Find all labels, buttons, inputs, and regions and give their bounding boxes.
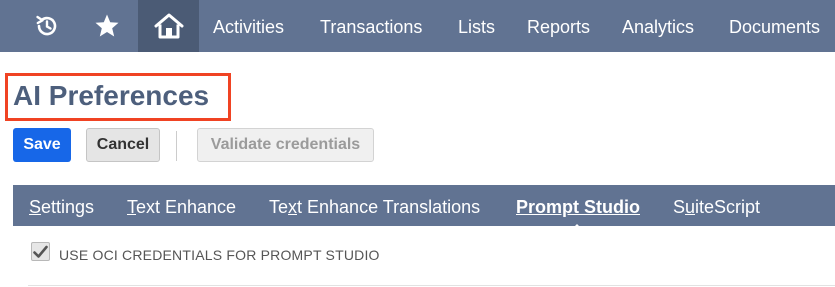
nav-documents[interactable]: Documents bbox=[729, 0, 820, 52]
page-title: AI Preferences bbox=[13, 80, 210, 111]
tab-translations-accelerator: x bbox=[288, 197, 298, 217]
history-icon[interactable] bbox=[22, 0, 72, 52]
nav-analytics[interactable]: Analytics bbox=[622, 0, 694, 52]
use-oci-credentials-label: USE OCI CREDENTIALS FOR PROMPT STUDIO bbox=[59, 247, 380, 263]
save-button[interactable]: Save bbox=[13, 128, 71, 162]
tab-suitescript[interactable]: SuiteScript bbox=[673, 185, 760, 226]
tab-translations-prefix: Te bbox=[269, 197, 289, 217]
home-icon[interactable] bbox=[138, 0, 199, 52]
section-divider bbox=[28, 285, 835, 286]
star-icon[interactable] bbox=[82, 0, 132, 52]
tab-settings[interactable]: Settings bbox=[29, 185, 94, 226]
tab-prompt-studio-label: Prompt Studio bbox=[516, 197, 640, 217]
nav-reports[interactable]: Reports bbox=[527, 0, 590, 52]
tab-settings-accelerator: S bbox=[29, 197, 42, 217]
tab-text-enhance-label: ext Enhance bbox=[136, 197, 237, 217]
checkmark-icon bbox=[33, 245, 48, 258]
tab-translations-label: t Enhance Translations bbox=[297, 197, 481, 217]
tab-settings-label: ettings bbox=[41, 197, 95, 217]
subtab-bar: Settings Text Enhance Text Enhance Trans… bbox=[13, 185, 835, 226]
tab-suitescript-label: iteScript bbox=[695, 197, 761, 217]
active-tab-pointer bbox=[567, 224, 587, 234]
top-navigation-bar: Activities Transactions Lists Reports An… bbox=[0, 0, 835, 52]
tab-suitescript-accelerator: u bbox=[685, 197, 696, 217]
nav-lists[interactable]: Lists bbox=[458, 0, 495, 52]
tab-suitescript-prefix: S bbox=[673, 197, 686, 217]
tab-text-enhance-accelerator: T bbox=[127, 197, 136, 217]
button-divider bbox=[176, 131, 177, 161]
tab-text-enhance[interactable]: Text Enhance bbox=[127, 185, 236, 226]
tab-text-enhance-translations[interactable]: Text Enhance Translations bbox=[269, 185, 480, 226]
nav-transactions[interactable]: Transactions bbox=[320, 0, 422, 52]
use-oci-credentials-checkbox[interactable] bbox=[31, 242, 50, 261]
tab-prompt-studio[interactable]: Prompt Studio bbox=[516, 185, 640, 226]
cancel-button[interactable]: Cancel bbox=[86, 128, 160, 162]
nav-activities[interactable]: Activities bbox=[213, 0, 284, 52]
validate-credentials-button[interactable]: Validate credentials bbox=[197, 128, 374, 162]
